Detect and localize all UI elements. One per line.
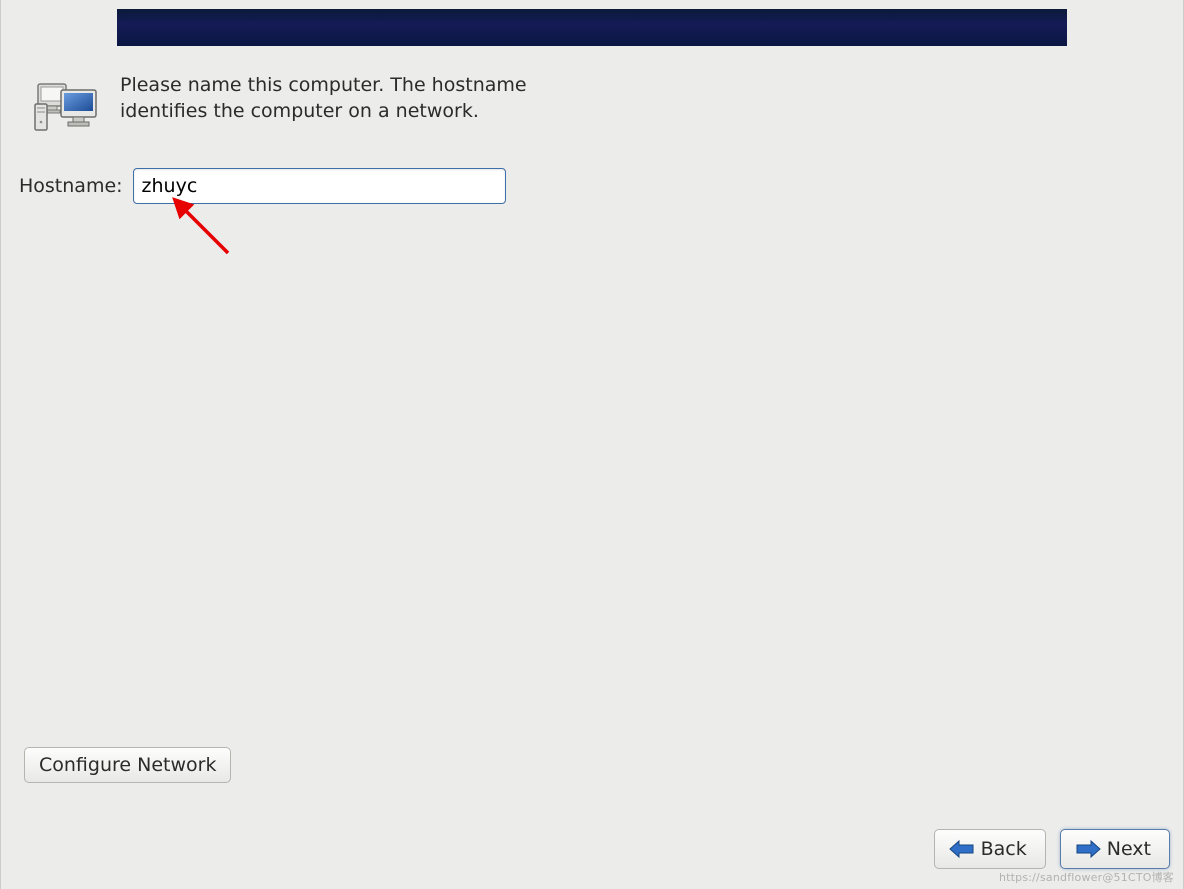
- back-button[interactable]: Back: [934, 829, 1046, 869]
- hostname-row: Hostname:: [19, 168, 506, 204]
- arrow-right-icon: [1075, 839, 1101, 859]
- configure-network-label: Configure Network: [39, 754, 216, 776]
- next-label: Next: [1107, 838, 1151, 860]
- back-label: Back: [981, 838, 1027, 860]
- annotation-arrow-icon: [170, 195, 240, 269]
- navigation-buttons: Back Next: [934, 829, 1170, 869]
- arrow-left-icon: [949, 839, 975, 859]
- next-button[interactable]: Next: [1060, 829, 1170, 869]
- header-banner: [117, 9, 1067, 46]
- hostname-label: Hostname:: [19, 175, 123, 197]
- network-computers-icon: [33, 80, 105, 135]
- description-text: Please name this computer. The hostname …: [120, 73, 540, 124]
- watermark-text: https://sandflower@51CTO博客: [999, 869, 1174, 885]
- hostname-input[interactable]: [133, 168, 506, 204]
- configure-network-button[interactable]: Configure Network: [24, 747, 231, 783]
